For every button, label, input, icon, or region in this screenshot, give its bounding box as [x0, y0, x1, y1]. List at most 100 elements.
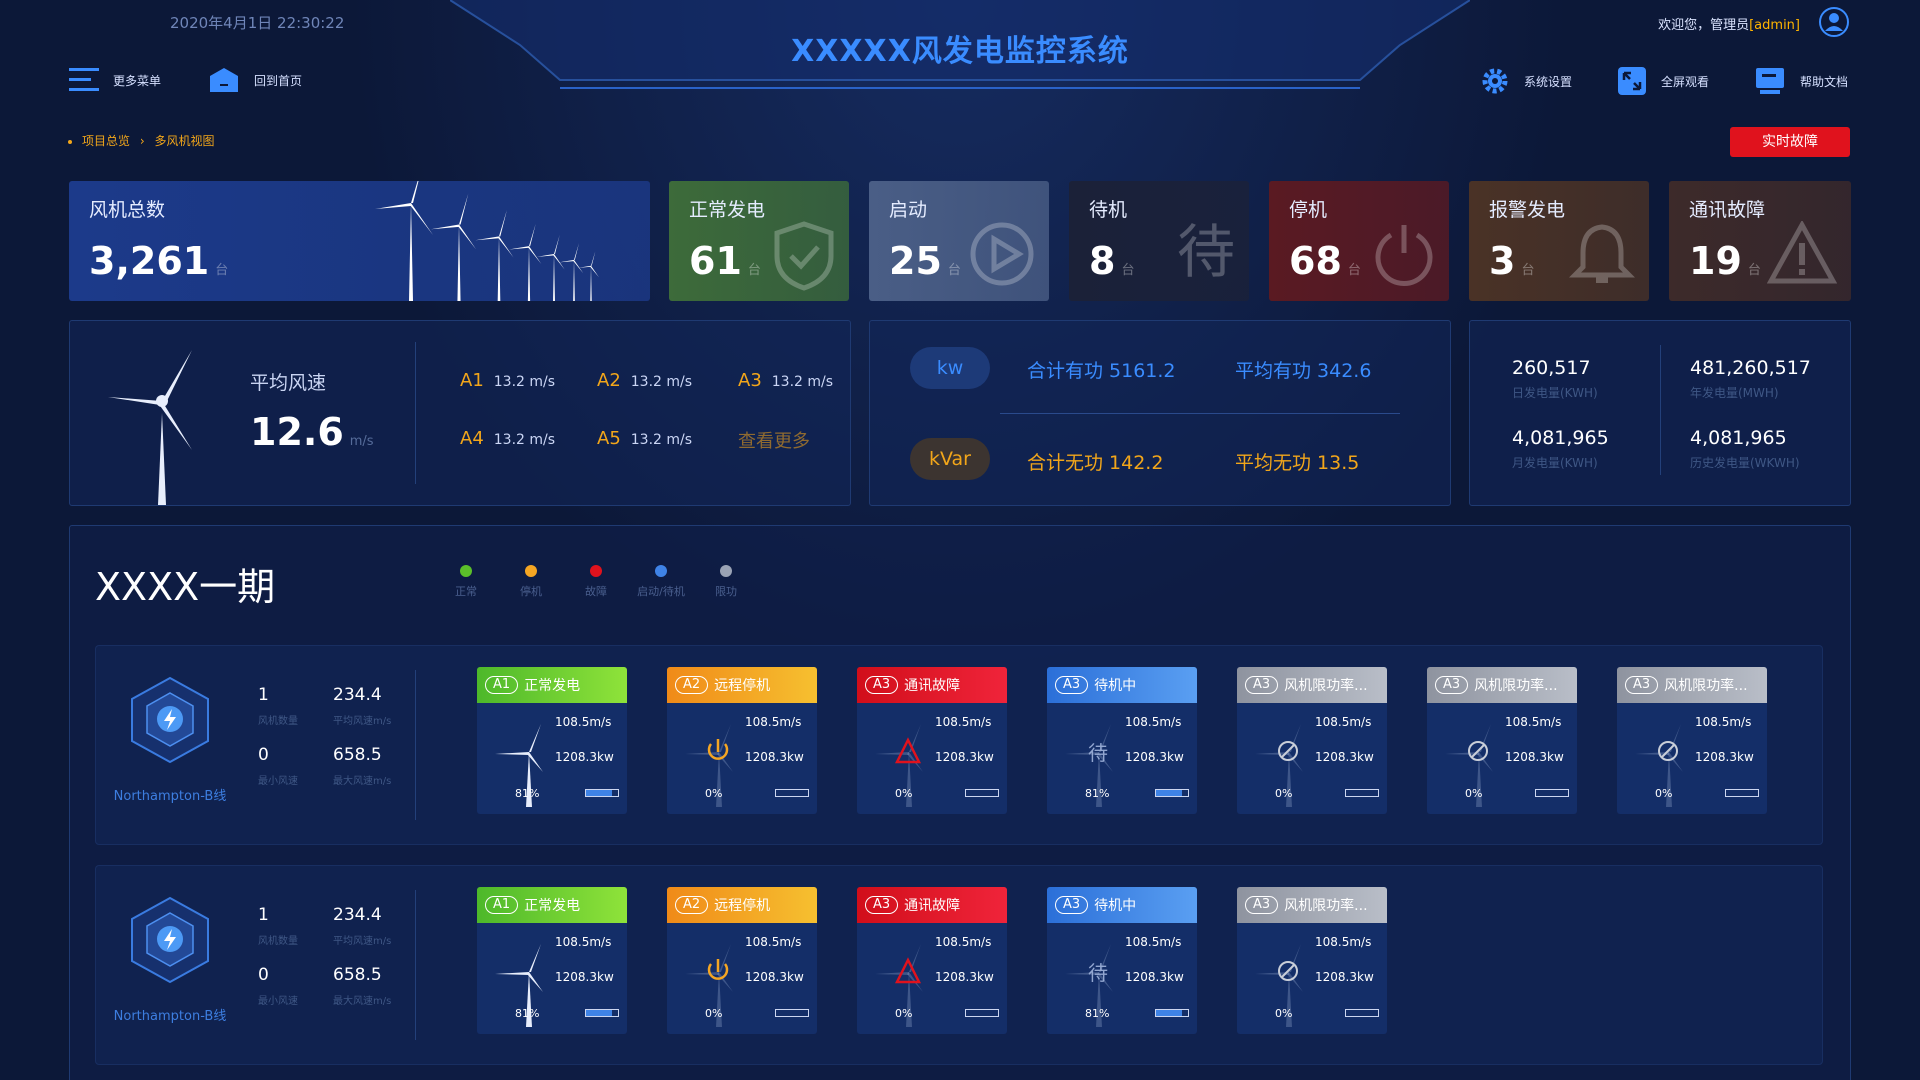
home-button[interactable]: 回到首页	[208, 66, 302, 94]
card-unit: 台	[1121, 263, 1135, 278]
settings-button[interactable]: 系统设置	[1480, 66, 1572, 96]
svg-text:待: 待	[1088, 961, 1108, 985]
breadcrumb-current: 多风机视图	[154, 134, 215, 148]
turbine-percent: 81%	[1085, 787, 1110, 800]
turbine-card[interactable]: A3 风机限功率... 108.5m/s 1208.3kw 0%	[1237, 667, 1387, 814]
turbine-progress-fill	[586, 1010, 612, 1016]
turbine-speed: 108.5m/s	[1695, 715, 1752, 729]
turbine-card[interactable]: A3 风机限功率... 108.5m/s 1208.3kw 0%	[1237, 887, 1387, 1034]
wind-item-key: A1	[460, 370, 484, 391]
breadcrumb-separator: ›	[139, 134, 145, 148]
row-stat-label: 平均风速m/s	[333, 936, 392, 947]
breadcrumb: 项目总览 › 多风机视图	[68, 132, 215, 149]
warning-icon	[1766, 219, 1838, 289]
wind-item-a2: A2 13.2 m/s	[597, 370, 692, 391]
turbine-card[interactable]: A3 通讯故障 108.5m/s 1208.3kw 0%	[857, 667, 1007, 814]
play-circle-icon	[969, 221, 1035, 291]
turbine-card[interactable]: A2 远程停机 108.5m/s 1208.3kw 0%	[667, 667, 817, 814]
summary-card[interactable]: 风机总数 3,261 台	[69, 181, 650, 301]
home-icon	[210, 68, 238, 92]
turbine-status: 风机限功率...	[1474, 678, 1558, 694]
turbine-icon	[108, 350, 192, 505]
turbine-progress-bar	[1725, 789, 1759, 797]
wind-item-value: 13.2 m/s	[630, 374, 693, 390]
settings-label: 系统设置	[1524, 74, 1573, 89]
legend-label: 启动/待机	[637, 585, 685, 598]
legend-dot	[460, 565, 472, 577]
turbine-card[interactable]: A3 风机限功率... 108.5m/s 1208.3kw 0%	[1427, 667, 1577, 814]
legend-dot	[720, 565, 732, 577]
avg-wind-label: 平均风速	[250, 372, 327, 394]
more-menu-button[interactable]: 更多菜单	[69, 66, 161, 94]
legend-dot	[590, 565, 602, 577]
turbine-card[interactable]: A3 风机限功率... 108.5m/s 1208.3kw 0%	[1617, 667, 1767, 814]
power-icon	[1373, 221, 1435, 291]
turbine-progress-bar	[965, 789, 999, 797]
card-value: 8	[1089, 239, 1116, 283]
card-unit: 台	[1747, 263, 1761, 278]
realtime-fault-button[interactable]: 实时故障	[1730, 127, 1850, 157]
card-label: 报警发电	[1489, 199, 1566, 221]
turbine-power: 1208.3kw	[1125, 750, 1184, 764]
turbine-tag: A1	[485, 896, 519, 914]
row-stat-value: 234.4	[333, 685, 382, 705]
breadcrumb-dot	[68, 139, 72, 144]
fullscreen-button[interactable]: 全屏观看	[1617, 66, 1709, 96]
turbine-card[interactable]: A3 通讯故障 108.5m/s 1208.3kw 0%	[857, 887, 1007, 1034]
turbine-tag: A3	[1055, 676, 1089, 694]
help-button[interactable]: 帮助文档	[1754, 66, 1848, 96]
monthly-energy-label: 月发电量(KWH)	[1512, 456, 1598, 470]
summary-card[interactable]: 待 待机 8 台	[1069, 181, 1249, 301]
turbine-card[interactable]: A1 正常发电 108.5m/s 1208.3kw 81%	[477, 667, 627, 814]
turbine-status: 风机限功率...	[1284, 678, 1368, 694]
hexagon-cube-icon	[125, 895, 215, 989]
summary-card[interactable]: 正常发电 61 台	[669, 181, 849, 301]
turbine-speed: 108.5m/s	[1125, 715, 1182, 729]
turbine-progress-bar	[585, 789, 619, 797]
avg-wind-value: 12.6 m/s	[250, 410, 374, 454]
line-name[interactable]: Northampton-B线	[90, 785, 250, 804]
turbine-card[interactable]: A3 待机中待 108.5m/s 1208.3kw 81%	[1047, 667, 1197, 814]
legend-label: 停机	[520, 585, 542, 598]
wind-item-value: 13.2 m/s	[493, 374, 556, 390]
kw-average: 平均有功 342.6	[1235, 360, 1372, 382]
turbine-card[interactable]: A3 待机中待 108.5m/s 1208.3kw 81%	[1047, 887, 1197, 1034]
wind-item-key: A2	[597, 370, 621, 391]
user-avatar-icon[interactable]	[1818, 6, 1850, 38]
turbine-speed: 108.5m/s	[745, 715, 802, 729]
turbine-card[interactable]: A1 正常发电 108.5m/s 1208.3kw 81%	[477, 887, 627, 1034]
turbine-power: 1208.3kw	[1695, 750, 1754, 764]
turbine-progress-bar	[585, 1009, 619, 1017]
wind-item-value: 13.2 m/s	[771, 374, 834, 390]
welcome-user: [admin]	[1749, 18, 1800, 33]
turbine-progress-bar	[1155, 1009, 1189, 1017]
summary-card[interactable]: 报警发电 3 台	[1469, 181, 1649, 301]
energy-divider	[1660, 345, 1661, 475]
turbine-progress-bar	[1345, 1009, 1379, 1017]
help-doc-icon	[1756, 68, 1784, 94]
kw-pill: kw	[910, 347, 990, 389]
wind-item-a3: A3 13.2 m/s	[738, 370, 833, 391]
wind-turbines-icon	[375, 181, 599, 301]
turbine-power: 1208.3kw	[1315, 750, 1374, 764]
row-stat-label: 风机数量	[258, 936, 298, 947]
legend-label: 正常	[455, 585, 477, 598]
row-stat-value: 1	[258, 685, 269, 705]
turbine-percent: 0%	[1465, 787, 1483, 800]
turbine-percent: 0%	[895, 1007, 913, 1020]
summary-card[interactable]: 停机 68 台	[1269, 181, 1449, 301]
welcome-prefix: 欢迎您，管理员	[1658, 18, 1750, 33]
line-name[interactable]: Northampton-B线	[90, 1005, 250, 1024]
fullscreen-label: 全屏观看	[1661, 74, 1710, 89]
card-label: 风机总数	[89, 199, 166, 221]
summary-card[interactable]: 启动 25 台	[869, 181, 1049, 301]
row-stat-label: 最大风速m/s	[333, 996, 392, 1007]
row-stat-label: 最小风速	[258, 996, 298, 1007]
view-more-link[interactable]: 查看更多	[738, 427, 810, 453]
turbine-status-header: A2 远程停机	[667, 667, 817, 703]
welcome-text: 欢迎您，管理员[admin]	[1658, 14, 1800, 33]
breadcrumb-root[interactable]: 项目总览	[82, 134, 130, 148]
turbine-card[interactable]: A2 远程停机 108.5m/s 1208.3kw 0%	[667, 887, 817, 1034]
turbine-progress-fill	[1156, 790, 1182, 796]
summary-card[interactable]: 通讯故障 19 台	[1669, 181, 1851, 301]
